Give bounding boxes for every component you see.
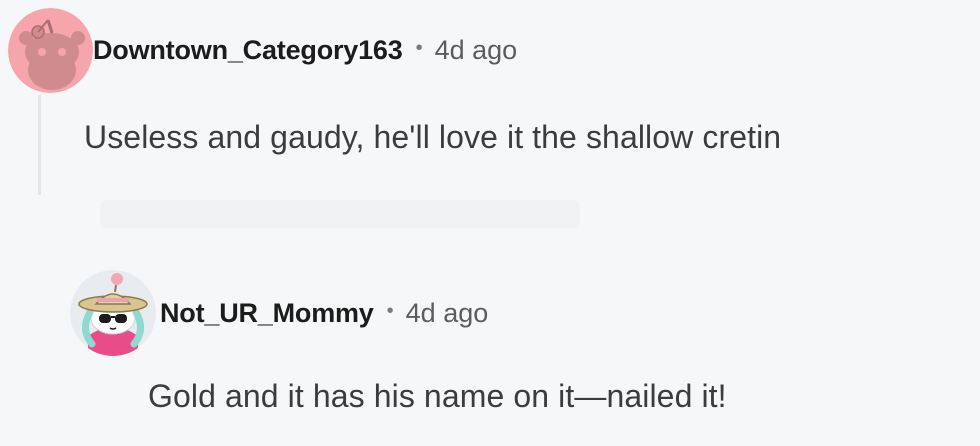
comment-header: Downtown_Category163 • 4d ago bbox=[8, 8, 517, 93]
timestamp[interactable]: 4d ago bbox=[435, 35, 518, 66]
faded-background bbox=[100, 200, 580, 228]
comment: Downtown_Category163 • 4d ago Useless an… bbox=[8, 8, 781, 155]
reddit-snoo-avatar-icon[interactable] bbox=[8, 8, 93, 93]
separator-dot: • bbox=[386, 299, 394, 322]
thread-line[interactable] bbox=[38, 95, 41, 195]
username[interactable]: Not_UR_Mommy bbox=[160, 298, 374, 329]
timestamp[interactable]: 4d ago bbox=[406, 298, 489, 329]
comment-header: Not_UR_Mommy • 4d ago bbox=[70, 270, 488, 356]
snoo-sunhat-avatar-icon[interactable] bbox=[70, 270, 156, 356]
comment-body: Gold and it has his name on it—nailed it… bbox=[148, 378, 727, 414]
comment-body: Useless and gaudy, he'll love it the sha… bbox=[84, 119, 782, 155]
separator-dot: • bbox=[415, 37, 423, 59]
comment-thread: Downtown_Category163 • 4d ago Useless an… bbox=[0, 0, 980, 446]
username[interactable]: Downtown_Category163 bbox=[93, 35, 403, 66]
comment: Not_UR_Mommy • 4d ago Gold and it has hi… bbox=[70, 270, 727, 414]
